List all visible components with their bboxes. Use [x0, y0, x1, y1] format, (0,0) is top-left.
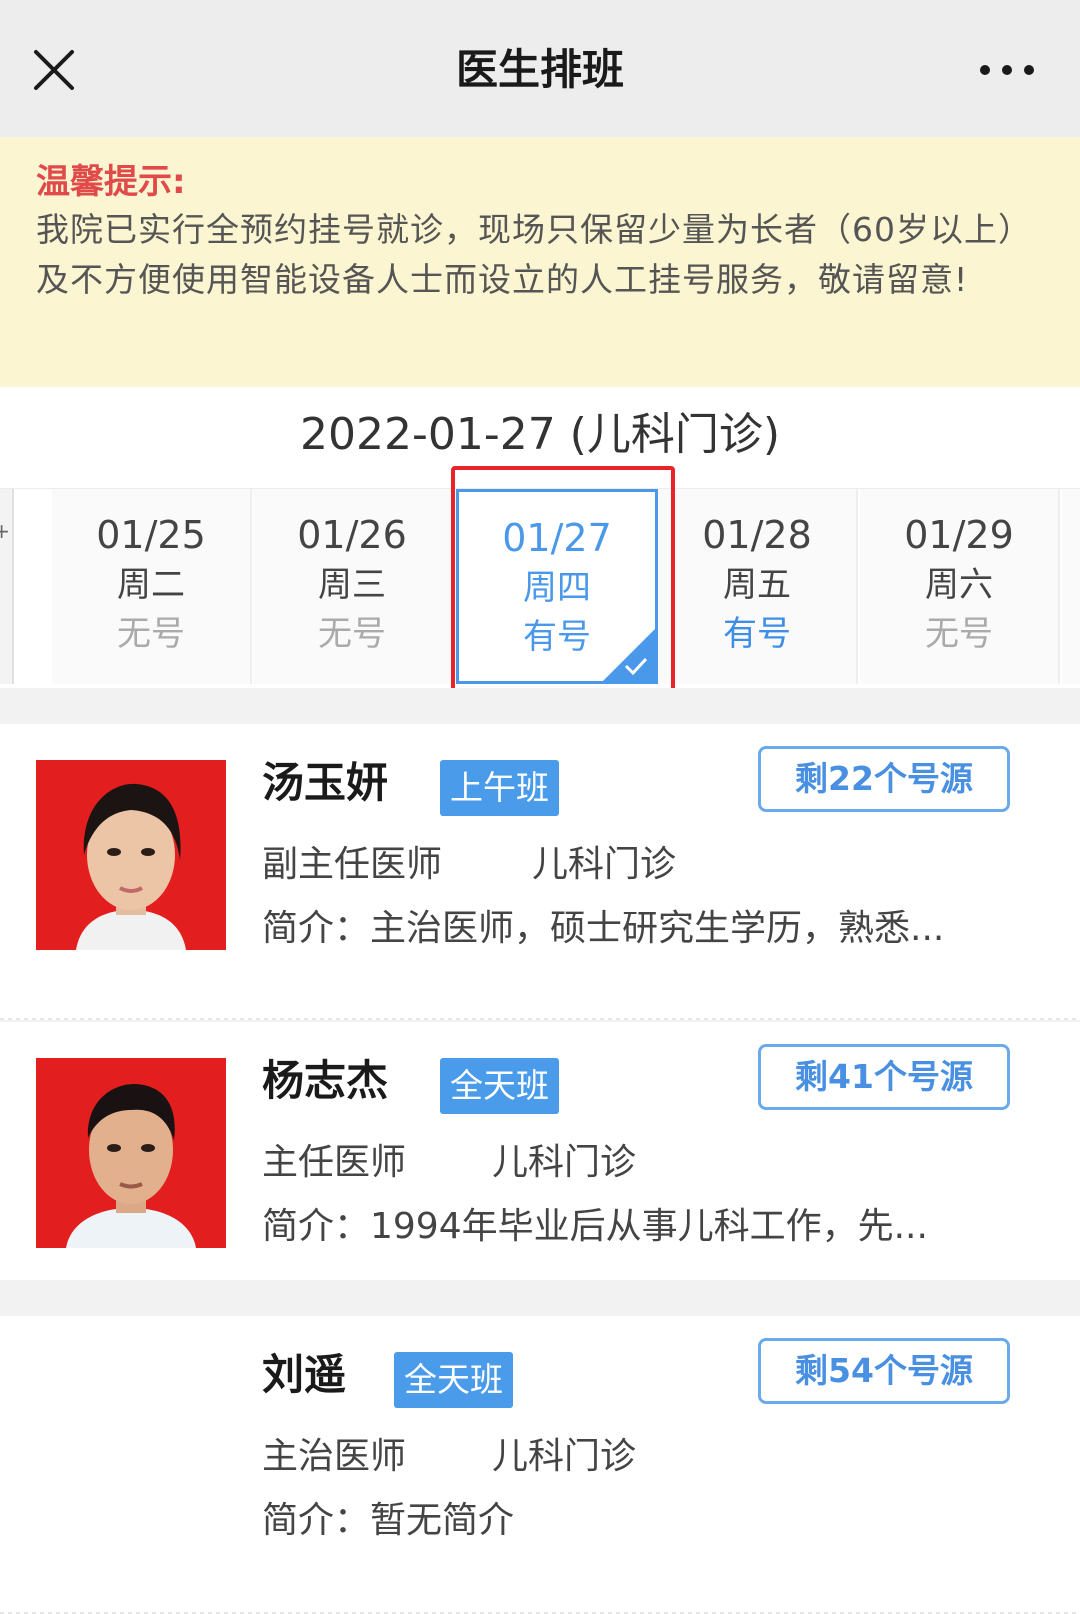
date-label: 01/25: [96, 513, 206, 557]
weekday-label: 周二: [117, 565, 185, 605]
previous-date-cell[interactable]: +: [0, 489, 14, 684]
shift-badge: 上午班: [440, 760, 559, 816]
doctor-department: 儿科门诊: [492, 1142, 637, 1183]
weekday-label: 周五: [723, 565, 791, 605]
remaining-slots-button[interactable]: 剩54个号源: [758, 1338, 1010, 1404]
availability-label: 有号: [723, 614, 791, 654]
date-cell[interactable]: 01/29 周六 无号: [860, 489, 1060, 684]
notice-banner: 温馨提示: 我院已实行全预约挂号就诊，现场只保留少量为长者（60岁以上）及不方便…: [0, 137, 1080, 387]
close-icon: [34, 50, 74, 90]
doctor-card[interactable]: 刘遥 全天班 剩54个号源 主治医师 儿科门诊 简介：暂无简介: [0, 1316, 1080, 1614]
check-icon: [624, 657, 648, 676]
doctor-intro: 简介：主治医师，硕士研究生学历，熟悉...: [262, 908, 945, 949]
doctor-department: 儿科门诊: [532, 844, 677, 885]
doctor-intro: 简介：1994年毕业后从事儿科工作，先...: [262, 1206, 928, 1247]
shift-badge: 全天班: [440, 1058, 559, 1114]
date-cell-selected[interactable]: 01/27 周四 有号: [456, 489, 658, 684]
weekday-label: 周四: [523, 568, 591, 608]
date-cell[interactable]: 01/25 周二 无号: [52, 489, 252, 684]
date-label: 01/29: [904, 513, 1014, 557]
doctor-intro: 简介：暂无简介: [262, 1500, 515, 1541]
doctor-name: 杨志杰: [262, 1056, 389, 1105]
schedule-heading: 2022-01-27 (儿科门诊): [299, 409, 781, 460]
date-cell-next[interactable]: [1062, 489, 1080, 684]
top-bar: 医生排班: [0, 0, 1080, 137]
date-label: 01/26: [297, 513, 407, 557]
availability-label: 无号: [117, 614, 185, 654]
weekday-label: 周六: [925, 565, 993, 605]
remaining-slots-button[interactable]: 剩41个号源: [758, 1044, 1010, 1110]
page-title: 医生排班: [455, 45, 624, 94]
doctor-portrait-icon: [36, 760, 226, 950]
doctor-title: 主任医师: [262, 1142, 407, 1183]
more-button[interactable]: [968, 50, 1058, 90]
doctor-portrait-icon: [36, 1058, 226, 1248]
date-cell[interactable]: 01/28 周五 有号: [658, 489, 858, 684]
date-selector[interactable]: + 01/25 周二 无号 01/26 周三 无号 01/27 周四 有号 01…: [0, 488, 1080, 688]
availability-label: 无号: [318, 614, 386, 654]
doctor-department: 儿科门诊: [492, 1436, 637, 1477]
doctor-title: 副主任医师: [262, 844, 443, 885]
doctor-photo: [36, 1058, 226, 1248]
doctor-name: 汤玉妍: [262, 758, 389, 807]
date-cell[interactable]: 01/26 周三 无号: [253, 489, 453, 684]
section-gap: [0, 1280, 1080, 1316]
shift-badge: 全天班: [394, 1352, 513, 1408]
doctor-name: 刘遥: [262, 1350, 347, 1399]
doctor-card[interactable]: 汤玉妍 上午班 剩22个号源 副主任医师 儿科门诊 简介：主治医师，硕士研究生学…: [0, 724, 1080, 1020]
availability-label: 无号: [925, 614, 993, 654]
remaining-slots-button[interactable]: 剩22个号源: [758, 746, 1010, 812]
doctor-card[interactable]: 杨志杰 全天班 剩41个号源 主任医师 儿科门诊 简介：1994年毕业后从事儿科…: [0, 1022, 1080, 1318]
section-gap: [0, 688, 1080, 724]
doctor-title: 主治医师: [262, 1436, 407, 1477]
notice-text: 我院已实行全预约挂号就诊，现场只保留少量为长者（60岁以上）及不方便使用智能设备…: [36, 210, 1032, 299]
more-icon: [980, 65, 1034, 75]
date-label: 01/27: [502, 516, 612, 560]
close-button[interactable]: [28, 44, 80, 96]
weekday-label: 周三: [318, 565, 386, 605]
date-label: 01/28: [702, 513, 812, 557]
doctor-photo: [36, 760, 226, 950]
notice-title: 温馨提示:: [36, 162, 186, 202]
